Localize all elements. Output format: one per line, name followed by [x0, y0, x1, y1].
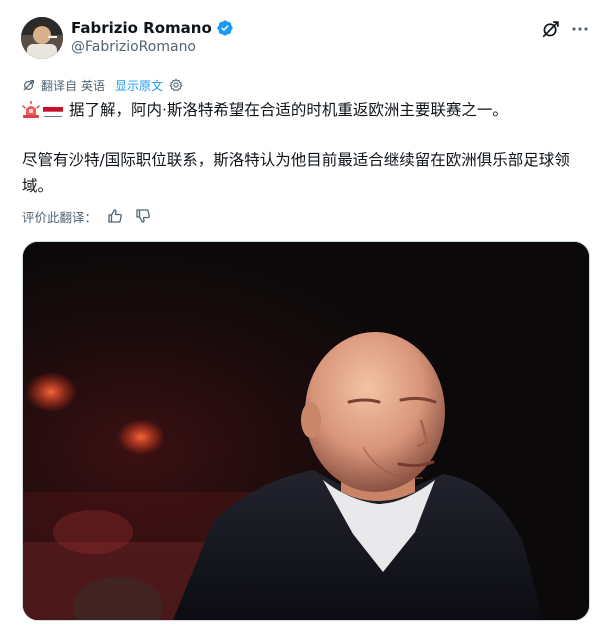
- gear-icon[interactable]: [169, 78, 183, 92]
- author-display-name[interactable]: Fabrizio Romano: [71, 19, 212, 37]
- author-handle[interactable]: @FabrizioRomano: [71, 39, 196, 55]
- grok-icon[interactable]: [540, 18, 562, 40]
- translate-icon: [23, 80, 34, 91]
- verified-badge-icon: [217, 20, 233, 36]
- show-original-link[interactable]: 显示原文: [115, 77, 163, 94]
- author-name-row[interactable]: Fabrizio Romano: [71, 17, 234, 39]
- rate-translation-label: 评价此翻译：: [22, 209, 98, 225]
- tweet-text-line2: 尽管有沙特/国际职位联系，斯洛特认为他目前最适合继续留在欧洲俱乐部足球领域。: [22, 151, 570, 195]
- tweet-card: Fabrizio Romano @FabrizioRomano 翻译自 英语 显…: [0, 0, 606, 629]
- more-icon[interactable]: [569, 18, 591, 40]
- author-avatar[interactable]: [21, 17, 63, 59]
- rate-translation-row: 评价此翻译：: [22, 207, 151, 225]
- tweet-media-photo[interactable]: [22, 241, 590, 621]
- netherlands-flag-emoji: [43, 103, 63, 117]
- tweet-text-line1-content: 据了解，阿内·斯洛特希望在合适的时机重返欧洲主要联赛之一。: [69, 101, 508, 119]
- thumbs-up-icon[interactable]: [107, 208, 123, 224]
- thumbs-down-icon[interactable]: [135, 208, 151, 224]
- translation-source-label: 翻译自: [41, 78, 78, 93]
- tweet-text-line1: 据了解，阿内·斯洛特希望在合适的时机重返欧洲主要联赛之一。: [22, 97, 508, 123]
- translation-source-language: 英语: [81, 78, 106, 93]
- translation-info-row: 翻译自 英语 显示原文: [22, 76, 183, 94]
- rotating-light-emoji: [22, 101, 40, 118]
